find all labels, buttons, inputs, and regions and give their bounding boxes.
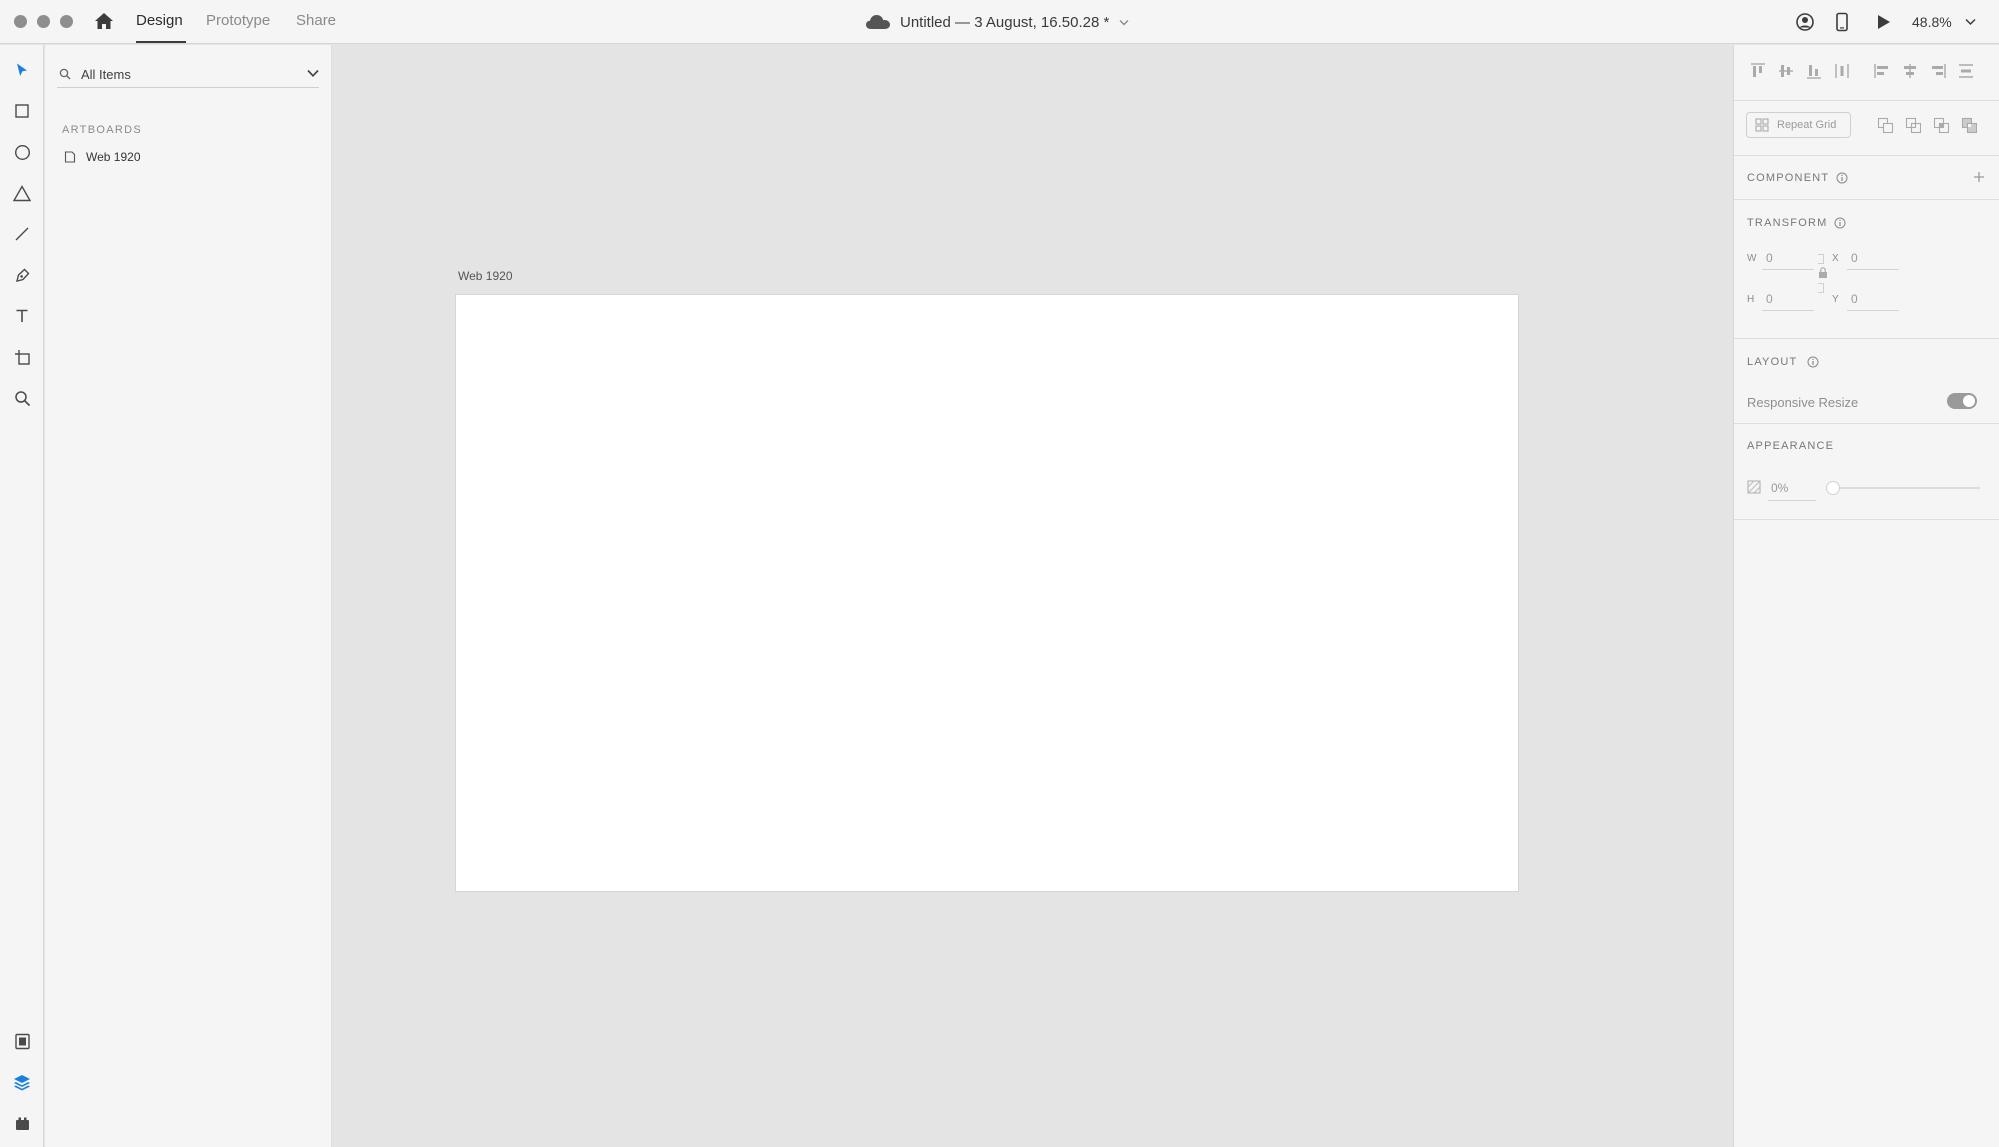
lock-icon[interactable] xyxy=(1818,267,1828,279)
polygon-tool-icon[interactable] xyxy=(11,182,33,204)
document-title: Untitled — 3 August, 16.50.28 * xyxy=(900,13,1110,31)
user-icon[interactable] xyxy=(1795,12,1815,32)
ellipse-tool-icon[interactable] xyxy=(11,141,33,163)
component-section-label: COMPONENT xyxy=(1747,172,1830,184)
artboard-tool-icon[interactable] xyxy=(11,346,33,368)
design-canvas[interactable]: Web 1920 xyxy=(332,45,1733,1147)
tab-design[interactable]: Design xyxy=(136,12,183,29)
info-icon[interactable] xyxy=(1834,217,1846,229)
assets-icon[interactable] xyxy=(11,1030,33,1052)
zoom-tool-icon[interactable] xyxy=(11,387,33,409)
mobile-preview-icon[interactable] xyxy=(1832,12,1852,32)
x-field-underline xyxy=(1847,269,1899,270)
opacity-slider[interactable] xyxy=(1826,481,1980,495)
document-title-menu[interactable]: Untitled — 3 August, 16.50.28 * xyxy=(865,11,1129,33)
align-top-icon[interactable] xyxy=(1749,62,1767,80)
chevron-down-icon[interactable] xyxy=(1965,18,1976,26)
artboard-title[interactable]: Web 1920 xyxy=(458,269,513,283)
divider xyxy=(1734,155,1999,156)
cloud-icon xyxy=(866,15,890,29)
intersect-boolean-icon[interactable] xyxy=(1933,117,1950,134)
add-boolean-icon[interactable] xyxy=(1877,117,1894,134)
distribute-horizontal-icon[interactable] xyxy=(1833,62,1851,80)
y-label: Y xyxy=(1832,294,1839,305)
divider xyxy=(1734,519,1999,520)
text-tool-icon[interactable] xyxy=(11,305,33,327)
height-field[interactable]: 0 xyxy=(1766,292,1773,306)
line-tool-icon[interactable] xyxy=(11,223,33,245)
layers-filter-dropdown[interactable]: All Items xyxy=(57,64,319,88)
exclude-boolean-icon[interactable] xyxy=(1961,117,1978,134)
tab-share[interactable]: Share xyxy=(296,12,336,29)
layer-item-label: Web 1920 xyxy=(86,150,141,164)
height-field-underline xyxy=(1762,310,1814,311)
artboards-section-label: ARTBOARDS xyxy=(62,124,142,136)
artboard[interactable] xyxy=(455,294,1519,892)
home-icon[interactable] xyxy=(94,11,114,31)
zoom-level[interactable]: 48.8% xyxy=(1912,14,1952,30)
active-tab-indicator xyxy=(136,41,186,43)
subtract-boolean-icon[interactable] xyxy=(1905,117,1922,134)
chevron-down-icon[interactable] xyxy=(307,69,319,78)
app-window: Design Prototype Share Untitled — 3 Augu… xyxy=(0,0,1999,1147)
opacity-slider-handle[interactable] xyxy=(1826,481,1840,495)
info-icon[interactable] xyxy=(1836,172,1848,184)
rectangle-tool-icon[interactable] xyxy=(11,100,33,122)
divider xyxy=(1734,100,1999,101)
chevron-down-icon xyxy=(1119,19,1129,25)
align-center-icon[interactable] xyxy=(1901,62,1919,80)
x-label: X xyxy=(1832,253,1839,264)
layout-section-label: LAYOUT xyxy=(1747,356,1798,368)
select-tool-icon[interactable] xyxy=(11,59,33,81)
divider xyxy=(1734,199,1999,200)
divider xyxy=(1734,338,1999,339)
layer-item-artboard[interactable]: Web 1920 xyxy=(64,149,141,165)
opacity-field-underline xyxy=(1768,500,1816,501)
align-right-icon[interactable] xyxy=(1929,62,1947,80)
property-inspector: Repeat Grid COMPONENT TRANSFORM W 0 X 0 … xyxy=(1733,45,1999,1147)
x-field[interactable]: 0 xyxy=(1851,251,1858,265)
link-bracket xyxy=(1818,254,1824,264)
repeat-grid-label: Repeat Grid xyxy=(1777,119,1837,131)
width-field[interactable]: 0 xyxy=(1766,251,1773,265)
opacity-field[interactable]: 0% xyxy=(1771,481,1788,495)
repeat-grid-icon xyxy=(1755,118,1769,132)
artboard-icon xyxy=(64,151,76,163)
link-bracket xyxy=(1818,283,1824,293)
align-middle-icon[interactable] xyxy=(1777,62,1795,80)
plugins-icon[interactable] xyxy=(11,1112,33,1134)
repeat-grid-button[interactable]: Repeat Grid xyxy=(1746,112,1851,138)
window-zoom-button[interactable] xyxy=(60,15,73,28)
tool-bar xyxy=(0,45,44,1147)
height-label: H xyxy=(1747,294,1755,305)
y-field-underline xyxy=(1847,310,1899,311)
layers-panel: All Items ARTBOARDS Web 1920 xyxy=(45,45,332,1147)
appearance-section-label: APPEARANCE xyxy=(1747,440,1835,452)
toggle-knob xyxy=(1963,395,1975,407)
transform-section-label: TRANSFORM xyxy=(1747,217,1828,229)
info-icon[interactable] xyxy=(1807,356,1819,368)
add-component-icon[interactable] xyxy=(1972,170,1986,184)
align-left-icon[interactable] xyxy=(1873,62,1891,80)
window-minimize-button[interactable] xyxy=(37,15,50,28)
width-label: W xyxy=(1747,253,1757,264)
play-icon[interactable] xyxy=(1873,12,1893,32)
divider xyxy=(1734,423,1999,424)
y-field[interactable]: 0 xyxy=(1851,292,1858,306)
responsive-resize-label: Responsive Resize xyxy=(1747,395,1859,410)
align-bottom-icon[interactable] xyxy=(1805,62,1823,80)
opacity-icon xyxy=(1747,480,1761,494)
window-close-button[interactable] xyxy=(14,15,27,28)
search-icon xyxy=(59,68,71,80)
title-bar: Design Prototype Share Untitled — 3 Augu… xyxy=(0,0,1999,44)
width-field-underline xyxy=(1762,269,1814,270)
layers-icon[interactable] xyxy=(11,1071,33,1093)
pen-tool-icon[interactable] xyxy=(11,264,33,286)
tab-prototype[interactable]: Prototype xyxy=(206,12,270,29)
responsive-resize-toggle[interactable] xyxy=(1947,393,1977,409)
distribute-vertical-icon[interactable] xyxy=(1957,62,1975,80)
layers-filter-label: All Items xyxy=(81,67,131,82)
